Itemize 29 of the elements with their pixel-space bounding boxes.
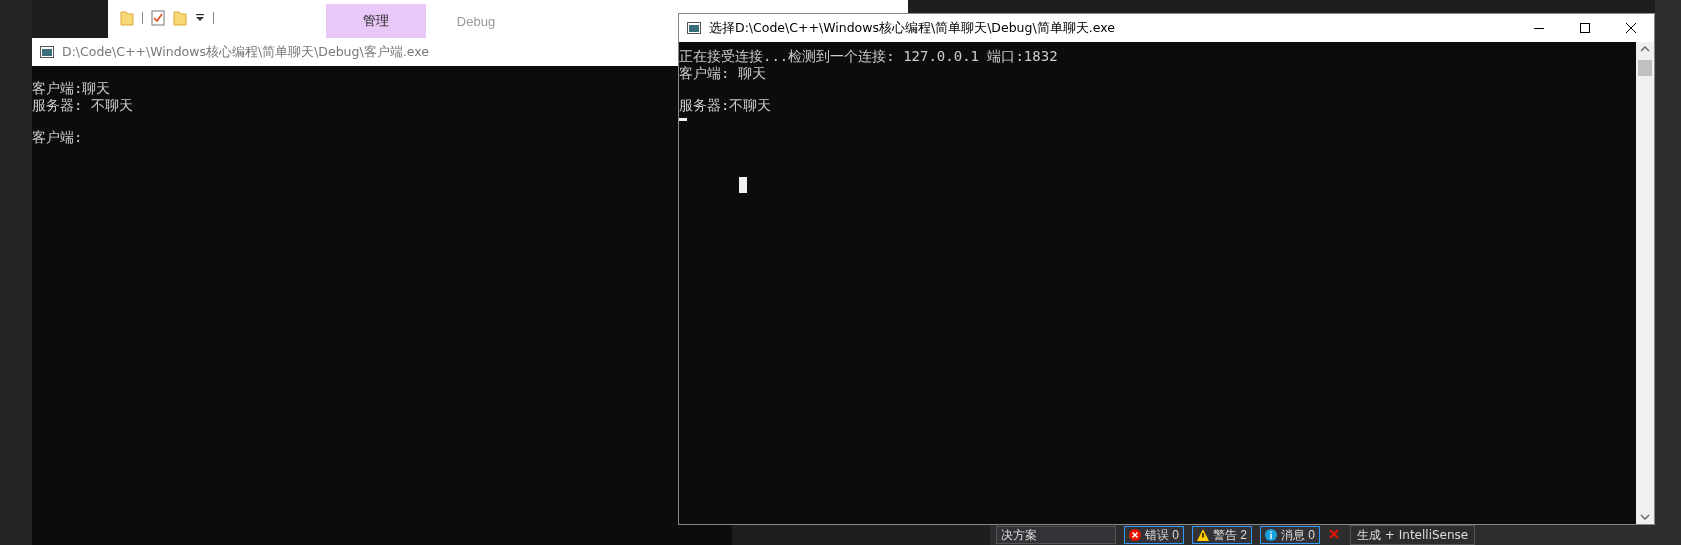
- window-title: D:\Code\C++\Windows核心编程\简单聊天\Debug\客户端.exe: [62, 43, 429, 61]
- text-cursor: [679, 118, 687, 121]
- console-icon: [687, 22, 701, 34]
- scrollbar-thumb[interactable]: [1638, 60, 1652, 76]
- folder-icon[interactable]: [173, 10, 187, 26]
- warning-icon: [1197, 529, 1209, 541]
- filter-button[interactable]: 消息 0: [1260, 526, 1321, 544]
- console-line: 客户端: 聊天: [679, 65, 766, 82]
- console-icon: [40, 46, 54, 58]
- window-title: 选择D:\Code\C++\Windows核心编程\简单聊天\Debug\简单聊天.exe: [709, 19, 1115, 37]
- maximize-icon: [1580, 23, 1590, 33]
- close-icon: [1626, 23, 1636, 33]
- error-icon: [1129, 529, 1141, 541]
- folder-icon[interactable]: [120, 10, 134, 26]
- filter-button[interactable]: 警告 2: [1192, 526, 1253, 544]
- ribbon-tab[interactable]: 管理: [326, 4, 426, 38]
- dropdown-icon[interactable]: [195, 13, 205, 23]
- filter-button[interactable]: 错误 0: [1124, 526, 1184, 544]
- console-line: 客户端:: [32, 129, 83, 146]
- scope-dropdown[interactable]: 决方案: [996, 526, 1116, 544]
- console-line: 客户端:聊天: [32, 80, 111, 97]
- info-icon: [1265, 529, 1278, 541]
- source-dropdown[interactable]: 生成 + IntelliSense: [1350, 525, 1476, 545]
- block-cursor: [739, 177, 747, 193]
- checklist-icon[interactable]: [151, 10, 165, 26]
- console-line: 正在接受连接...检测到一个连接: 127.0.0.1 端口:1832: [679, 48, 1058, 65]
- console-line: 服务器:不聊天: [679, 97, 772, 114]
- scrollbar[interactable]: [1636, 42, 1654, 524]
- console-line: 服务器: 不聊天: [32, 97, 133, 114]
